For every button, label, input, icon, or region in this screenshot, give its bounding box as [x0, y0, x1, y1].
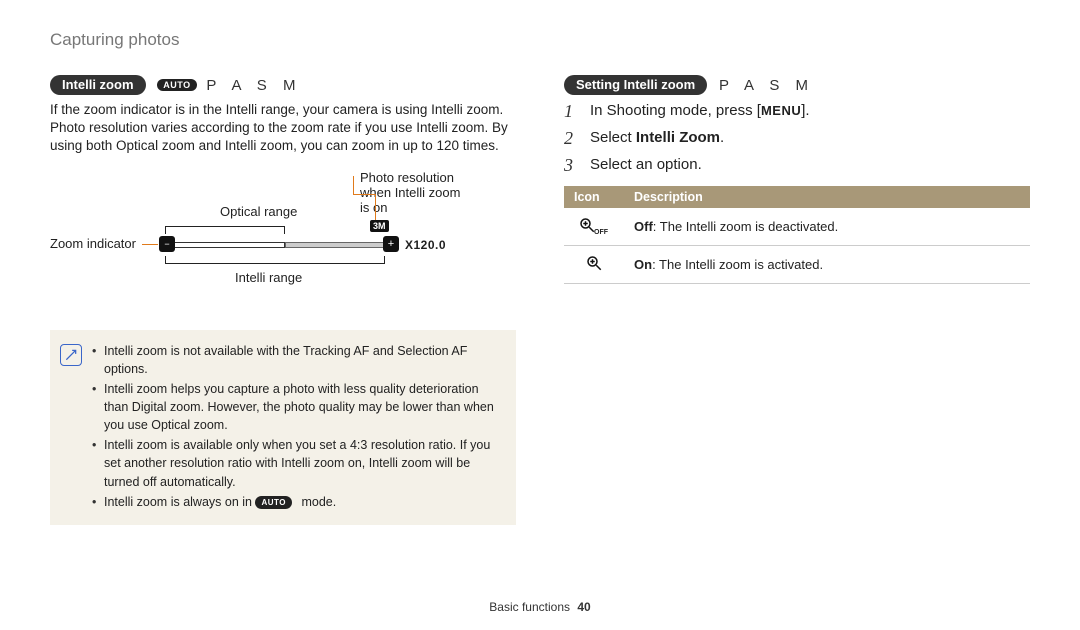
pill-intelli-zoom: Intelli zoom — [50, 75, 146, 95]
footer-section: Basic functions — [489, 600, 570, 614]
orange-leader-v2 — [375, 194, 376, 220]
off-sub-label: OFF — [594, 229, 608, 236]
table-row: On: The Intelli zoom is activated. — [564, 246, 1030, 284]
options-table: Icon Description OFF Off — [564, 186, 1030, 284]
intelli-zoom-description: If the zoom indicator is in the Intelli … — [50, 101, 516, 156]
step-text: Select Intelli Zoom. — [590, 128, 724, 146]
intelli-range-bracket — [165, 256, 385, 264]
footer-page-number: 40 — [577, 600, 590, 614]
intelli-range-label: Intelli range — [235, 270, 302, 285]
note-list: Intelli zoom is not available with the T… — [92, 342, 502, 513]
zoom-knob-plus-icon: + — [383, 236, 399, 252]
zoom-knob-minus-icon: − — [159, 236, 175, 252]
step-text: Select an option. — [590, 155, 702, 173]
step-bold: Intelli Zoom — [636, 129, 720, 146]
orange-leader-h1 — [353, 194, 375, 195]
orange-leader-zoom — [142, 244, 158, 245]
step-item: 2 Select Intelli Zoom. — [564, 128, 1030, 149]
zoom-bar: − + X120.0 — [165, 240, 445, 250]
table-header-description: Description — [624, 186, 1030, 208]
step-number: 1 — [564, 101, 580, 122]
orange-leader-v1 — [353, 176, 354, 194]
note-item: Intelli zoom helps you capture a photo w… — [92, 380, 502, 434]
icon-cell-on — [564, 246, 624, 284]
auto-mode-badge: AUTO — [157, 79, 196, 91]
step-item: 1 In Shooting mode, press [MENU]. — [564, 101, 1030, 122]
desc-cell: On: The Intelli zoom is activated. — [624, 246, 1030, 284]
row-text: : The Intelli zoom is deactivated. — [653, 219, 838, 234]
row-text: : The Intelli zoom is activated. — [652, 257, 823, 272]
step-post: . — [720, 129, 724, 146]
note-item: Intelli zoom is not available with the T… — [92, 342, 502, 378]
optical-track — [165, 242, 285, 248]
note-item: Intelli zoom is always on in AUTO mode. — [92, 493, 502, 511]
desc-cell: Off: The Intelli zoom is deactivated. — [624, 208, 1030, 246]
left-column: Intelli zoom AUTO P A S M If the zoom in… — [50, 75, 516, 525]
zoom-indicator-label: Zoom indicator — [50, 236, 136, 251]
page-footer: Basic functions 40 — [0, 600, 1080, 614]
note-box: Intelli zoom is not available with the T… — [50, 330, 516, 525]
zoom-readout: X120.0 — [405, 238, 446, 252]
steps-list: 1 In Shooting mode, press [MENU]. 2 Sele… — [564, 101, 1030, 176]
optical-range-label: Optical range — [220, 204, 297, 219]
zoom-diagram: Photo resolution when Intelli zoom is on… — [50, 170, 516, 320]
step-item: 3 Select an option. — [564, 155, 1030, 176]
photo-res-line1: Photo resolution — [360, 170, 454, 185]
note-item: Intelli zoom is available only when you … — [92, 436, 502, 490]
intelli-zoom-header: Intelli zoom AUTO P A S M — [50, 75, 516, 95]
step-pre: In Shooting mode, press [ — [590, 102, 761, 119]
note-icon — [60, 344, 82, 366]
magnifier-on-icon — [585, 254, 603, 272]
row-bold: Off — [634, 219, 653, 234]
mode-letters-right: P A S M — [719, 77, 814, 94]
row-bold: On — [634, 257, 652, 272]
pill-setting-intelli-zoom: Setting Intelli zoom — [564, 75, 707, 95]
page-title: Capturing photos — [50, 30, 1030, 50]
photo-res-line3: is on — [360, 200, 387, 215]
content-columns: Intelli zoom AUTO P A S M If the zoom in… — [50, 75, 1030, 525]
right-column: Setting Intelli zoom P A S M 1 In Shooti… — [564, 75, 1030, 525]
menu-key: MENU — [761, 103, 801, 118]
setting-intelli-zoom-header: Setting Intelli zoom P A S M — [564, 75, 1030, 95]
note-item-text-post: mode. — [301, 495, 336, 509]
step-number: 3 — [564, 155, 580, 176]
step-number: 2 — [564, 128, 580, 149]
optical-range-bracket — [165, 226, 285, 234]
step-text: In Shooting mode, press [MENU]. — [590, 101, 810, 119]
icon-cell-off: OFF — [564, 208, 624, 246]
step-post: ]. — [801, 102, 809, 119]
step-pre: Select — [590, 129, 636, 146]
table-row: OFF Off: The Intelli zoom is deactivated… — [564, 208, 1030, 246]
note-item-text-pre: Intelli zoom is always on in — [104, 495, 255, 509]
mode-letters-left: P A S M — [206, 77, 301, 94]
intelli-track — [285, 242, 385, 248]
resolution-badge: 3M — [370, 220, 389, 232]
auto-badge-inline: AUTO — [255, 496, 292, 510]
table-header-icon: Icon — [564, 186, 624, 208]
